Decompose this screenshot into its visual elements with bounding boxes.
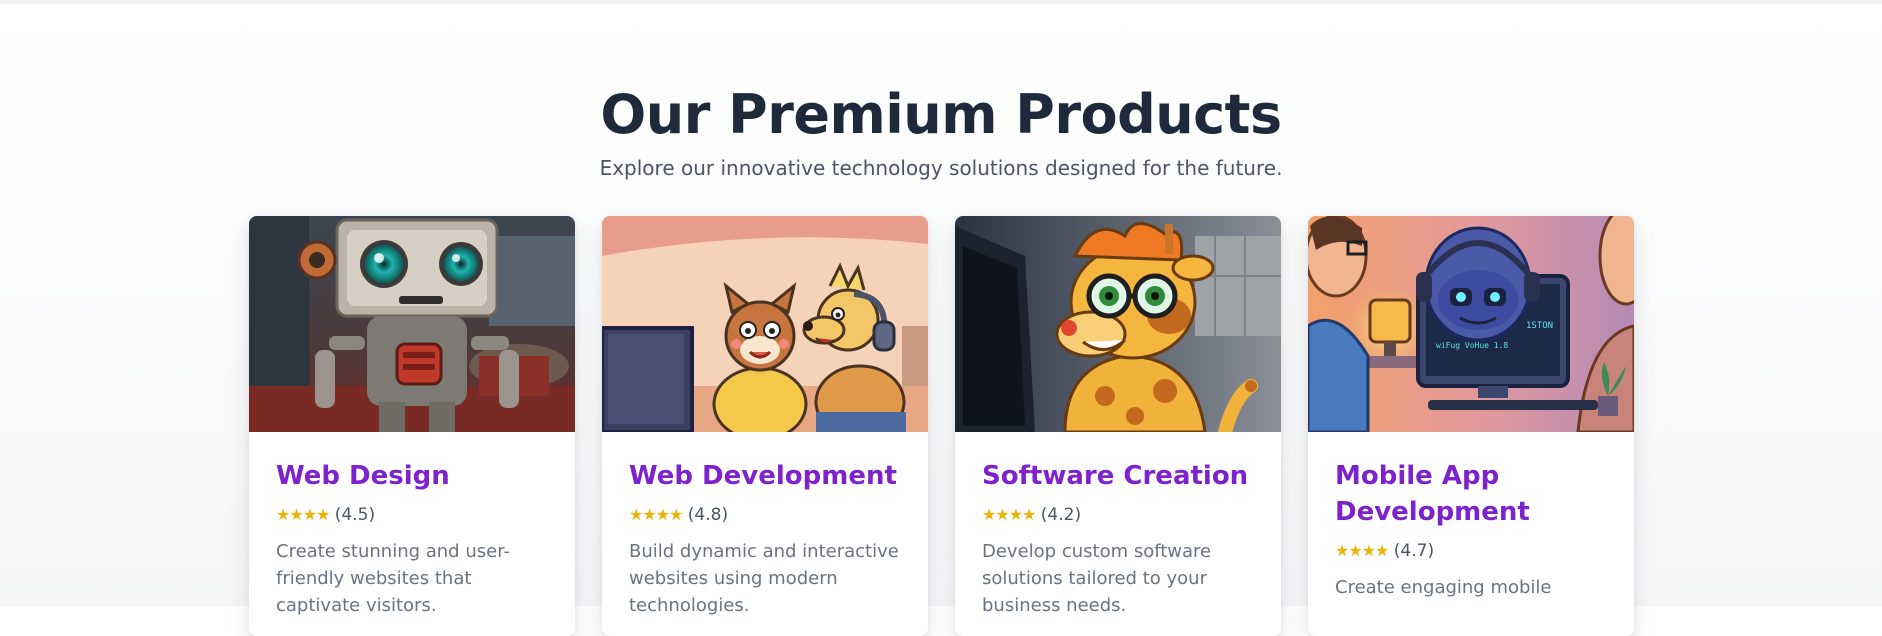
- product-rating: ★★★★ (4.7): [1335, 540, 1607, 562]
- product-description: Create engaging mobile: [1335, 577, 1552, 598]
- section-subtitle: Explore our innovative technology soluti…: [599, 156, 1283, 180]
- product-title[interactable]: Web Design: [276, 458, 548, 494]
- star-rating-icons: ★★★★: [1335, 541, 1389, 560]
- product-image-cartoon-animals: [602, 216, 928, 432]
- product-rating: ★★★★ (4.5): [276, 504, 548, 526]
- product-grid: Web Design ★★★★ (4.5) Create stunning an…: [249, 216, 1635, 636]
- product-description: Create stunning and user-friendly websit…: [276, 541, 510, 616]
- top-divider: [0, 0, 1882, 4]
- product-image-cartoon-giraffe: [955, 216, 1281, 432]
- product-description: Build dynamic and interactive websites u…: [629, 541, 899, 616]
- product-card-web-development[interactable]: Web Development ★★★★ (4.8) Build dynamic…: [602, 216, 928, 636]
- rating-value: (4.8): [687, 505, 729, 525]
- product-image-robot-headphones: Tlihe THE 3NH wiFug VoHue 1.8 1STON: [1308, 216, 1634, 432]
- rating-value: (4.5): [334, 505, 376, 525]
- star-rating-icons: ★★★★: [982, 505, 1036, 524]
- product-title[interactable]: Mobile App Development: [1335, 458, 1607, 530]
- product-card-mobile-app-development[interactable]: Tlihe THE 3NH wiFug VoHue 1.8 1STON: [1308, 216, 1634, 636]
- svg-text:wiFug VoHue 1.8: wiFug VoHue 1.8: [1436, 341, 1508, 350]
- star-rating-icons: ★★★★: [276, 505, 330, 524]
- product-description: Develop custom software solutions tailor…: [982, 541, 1212, 616]
- star-rating-icons: ★★★★: [629, 505, 683, 524]
- product-title[interactable]: Software Creation: [982, 458, 1254, 494]
- rating-value: (4.7): [1393, 541, 1435, 561]
- product-card-software-creation[interactable]: Software Creation ★★★★ (4.2) Develop cus…: [955, 216, 1281, 636]
- product-rating: ★★★★ (4.8): [629, 504, 901, 526]
- product-image-robot: [249, 216, 575, 432]
- rating-value: (4.2): [1040, 505, 1082, 525]
- section-title: Our Premium Products: [600, 83, 1282, 147]
- svg-text:1STON: 1STON: [1526, 321, 1553, 331]
- product-card-web-design[interactable]: Web Design ★★★★ (4.5) Create stunning an…: [249, 216, 575, 636]
- product-rating: ★★★★ (4.2): [982, 504, 1254, 526]
- product-title[interactable]: Web Development: [629, 458, 901, 494]
